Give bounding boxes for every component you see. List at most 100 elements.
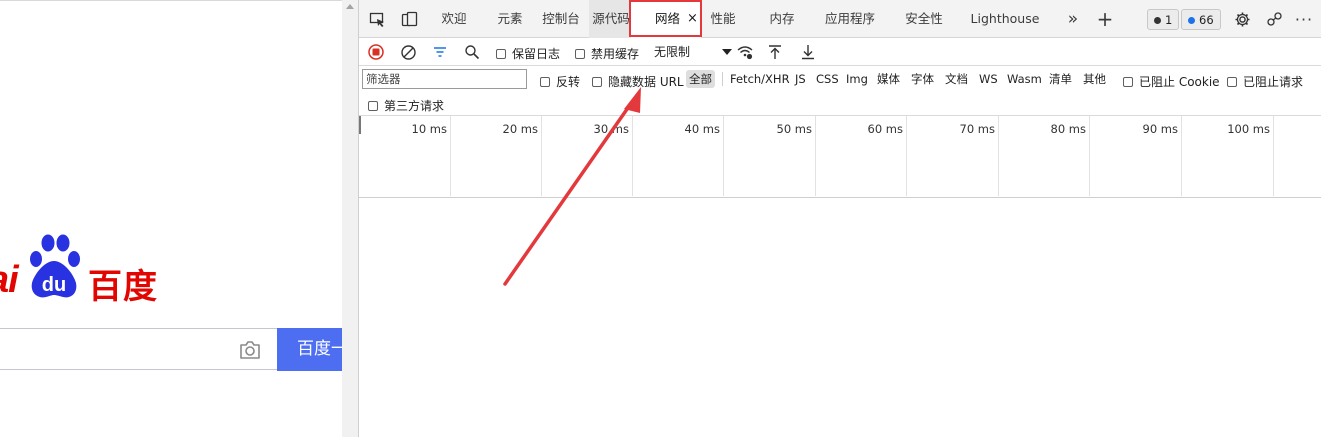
checkbox-box bbox=[1123, 76, 1133, 87]
type-filter-js[interactable]: JS bbox=[792, 70, 809, 88]
more-options-icon[interactable]: ··· bbox=[1295, 10, 1313, 29]
browser-page: ai du 百度 百度一下 bbox=[0, 0, 342, 437]
issue-count: 66 bbox=[1199, 13, 1214, 27]
checkbox-box bbox=[1227, 76, 1237, 87]
checkbox-box bbox=[540, 76, 550, 87]
tab-sources[interactable]: 源代码 bbox=[589, 0, 633, 38]
timeline-tick: 20 ms bbox=[450, 116, 542, 196]
type-filter-ws[interactable]: WS bbox=[976, 70, 1001, 88]
type-filter-wasm[interactable]: Wasm bbox=[1004, 70, 1045, 88]
devtools-tab-bar: 欢迎 元素 控制台 源代码 网络 × 性能 内存 应用程序 安全性 Lighth… bbox=[359, 0, 1321, 38]
blocked-cookies-checkbox[interactable]: 已阻止 Cookie bbox=[1123, 73, 1220, 90]
tab-elements[interactable]: 元素 bbox=[485, 0, 535, 38]
logo-text-du: du bbox=[42, 274, 66, 296]
timeline-tick: 80 ms bbox=[998, 116, 1090, 196]
error-icon bbox=[1154, 17, 1161, 24]
page-scrollbar[interactable] bbox=[342, 0, 359, 437]
more-tabs-icon[interactable]: » bbox=[1063, 0, 1083, 38]
tick-label: 10 ms bbox=[411, 122, 447, 136]
overview-timeline[interactable]: 10 ms 20 ms 30 ms 40 ms 50 ms 60 ms 70 m… bbox=[359, 116, 1321, 198]
export-har-icon[interactable] bbox=[798, 42, 818, 62]
divider bbox=[722, 72, 723, 86]
filter-icon[interactable] bbox=[430, 42, 450, 62]
import-har-icon[interactable] bbox=[765, 42, 785, 62]
scroll-up-arrow[interactable] bbox=[346, 4, 354, 9]
timeline-tick: 100 ms bbox=[1181, 116, 1274, 196]
clear-icon[interactable] bbox=[398, 42, 418, 62]
type-filter-all[interactable]: 全部 bbox=[686, 70, 715, 88]
invert-label: 反转 bbox=[556, 75, 581, 89]
timeline-tick: 30 ms bbox=[541, 116, 633, 196]
throttling-value: 无限制 bbox=[654, 45, 691, 59]
tick-label: 20 ms bbox=[502, 122, 538, 136]
invert-checkbox[interactable]: 反转 bbox=[540, 73, 580, 90]
tab-security[interactable]: 安全性 bbox=[899, 0, 949, 38]
blocked-requests-label: 已阻止请求 bbox=[1243, 75, 1304, 89]
baidu-logo[interactable]: ai du 百度 bbox=[0, 229, 178, 307]
gear-icon[interactable] bbox=[1233, 10, 1251, 28]
tick-label: 80 ms bbox=[1050, 122, 1086, 136]
logo-text-baidu-cn: 百度 bbox=[88, 267, 158, 307]
hide-data-urls-label: 隐藏数据 URL bbox=[608, 75, 684, 89]
type-filter-fetch-xhr[interactable]: Fetch/XHR bbox=[727, 70, 793, 88]
error-count: 1 bbox=[1165, 13, 1173, 27]
third-party-checkbox[interactable]: 第三方请求 bbox=[368, 97, 444, 114]
network-toolbar: 保留日志 禁用缓存 无限制 bbox=[359, 38, 1321, 66]
search-icon[interactable] bbox=[462, 42, 482, 62]
tab-console[interactable]: 控制台 bbox=[535, 0, 587, 38]
preserve-log-checkbox[interactable]: 保留日志 bbox=[496, 45, 560, 62]
paw-icon: du bbox=[30, 234, 80, 298]
type-filter-font[interactable]: 字体 bbox=[908, 70, 937, 88]
type-filter-css[interactable]: CSS bbox=[813, 70, 842, 88]
disable-cache-checkbox[interactable]: 禁用缓存 bbox=[575, 45, 639, 62]
camera-icon[interactable] bbox=[239, 340, 261, 360]
tick-label: 30 ms bbox=[593, 122, 629, 136]
tab-memory[interactable]: 内存 bbox=[757, 0, 807, 38]
inspect-element-icon[interactable] bbox=[368, 10, 386, 28]
tick-label: 40 ms bbox=[684, 122, 720, 136]
tick-label: 70 ms bbox=[959, 122, 995, 136]
timeline-tick: 40 ms bbox=[632, 116, 724, 196]
hide-data-urls-checkbox[interactable]: 隐藏数据 URL bbox=[592, 73, 684, 90]
filter-bar: 筛选器 反转 隐藏数据 URL 全部 Fetch/XHR JS CSS Img … bbox=[359, 66, 1321, 116]
connect-icon[interactable] bbox=[1265, 10, 1283, 28]
checkbox-box bbox=[496, 48, 506, 59]
issue-icon bbox=[1188, 17, 1195, 24]
type-filter-media[interactable]: 媒体 bbox=[874, 70, 903, 88]
tick-label: 50 ms bbox=[776, 122, 812, 136]
device-emulation-icon[interactable] bbox=[400, 10, 418, 28]
logo-text-ai: ai bbox=[0, 259, 19, 301]
timeline-tick: 60 ms bbox=[815, 116, 907, 196]
network-conditions-icon[interactable] bbox=[735, 42, 755, 62]
add-tab-icon[interactable]: + bbox=[1094, 0, 1116, 38]
record-stop-icon[interactable] bbox=[366, 42, 386, 62]
tick-label: 100 ms bbox=[1227, 122, 1270, 136]
requests-table-empty bbox=[359, 198, 1321, 437]
type-filter-doc[interactable]: 文档 bbox=[942, 70, 971, 88]
chevron-down-icon bbox=[722, 49, 732, 55]
timeline-tick: 50 ms bbox=[723, 116, 816, 196]
blocked-requests-checkbox[interactable]: 已阻止请求 bbox=[1227, 73, 1303, 90]
timeline-tick: 90 ms bbox=[1089, 116, 1182, 196]
disable-cache-label: 禁用缓存 bbox=[591, 47, 640, 61]
search-button[interactable]: 百度一下 bbox=[277, 328, 342, 371]
tab-lighthouse[interactable]: Lighthouse bbox=[969, 0, 1041, 38]
tab-application[interactable]: 应用程序 bbox=[819, 0, 881, 38]
tab-welcome[interactable]: 欢迎 bbox=[429, 0, 479, 38]
network-tab-highlight-box bbox=[629, 0, 702, 37]
issue-count-badge[interactable]: 66 bbox=[1181, 9, 1221, 30]
throttling-select[interactable]: 无限制 bbox=[654, 42, 732, 62]
type-filter-img[interactable]: Img bbox=[843, 70, 871, 88]
error-count-badge[interactable]: 1 bbox=[1147, 9, 1180, 30]
preserve-log-label: 保留日志 bbox=[512, 47, 561, 61]
filter-input[interactable]: 筛选器 bbox=[362, 69, 527, 89]
search-input[interactable] bbox=[0, 328, 277, 370]
tab-performance[interactable]: 性能 bbox=[701, 0, 745, 38]
checkbox-box bbox=[592, 76, 602, 87]
timeline-tick: 70 ms bbox=[906, 116, 999, 196]
timeline-tick: 10 ms bbox=[359, 116, 451, 196]
type-filter-other[interactable]: 其他 bbox=[1080, 70, 1109, 88]
tick-label: 60 ms bbox=[867, 122, 903, 136]
type-filter-manifest[interactable]: 清单 bbox=[1046, 70, 1075, 88]
devtools-panel: 欢迎 元素 控制台 源代码 网络 × 性能 内存 应用程序 安全性 Lighth… bbox=[359, 0, 1321, 437]
